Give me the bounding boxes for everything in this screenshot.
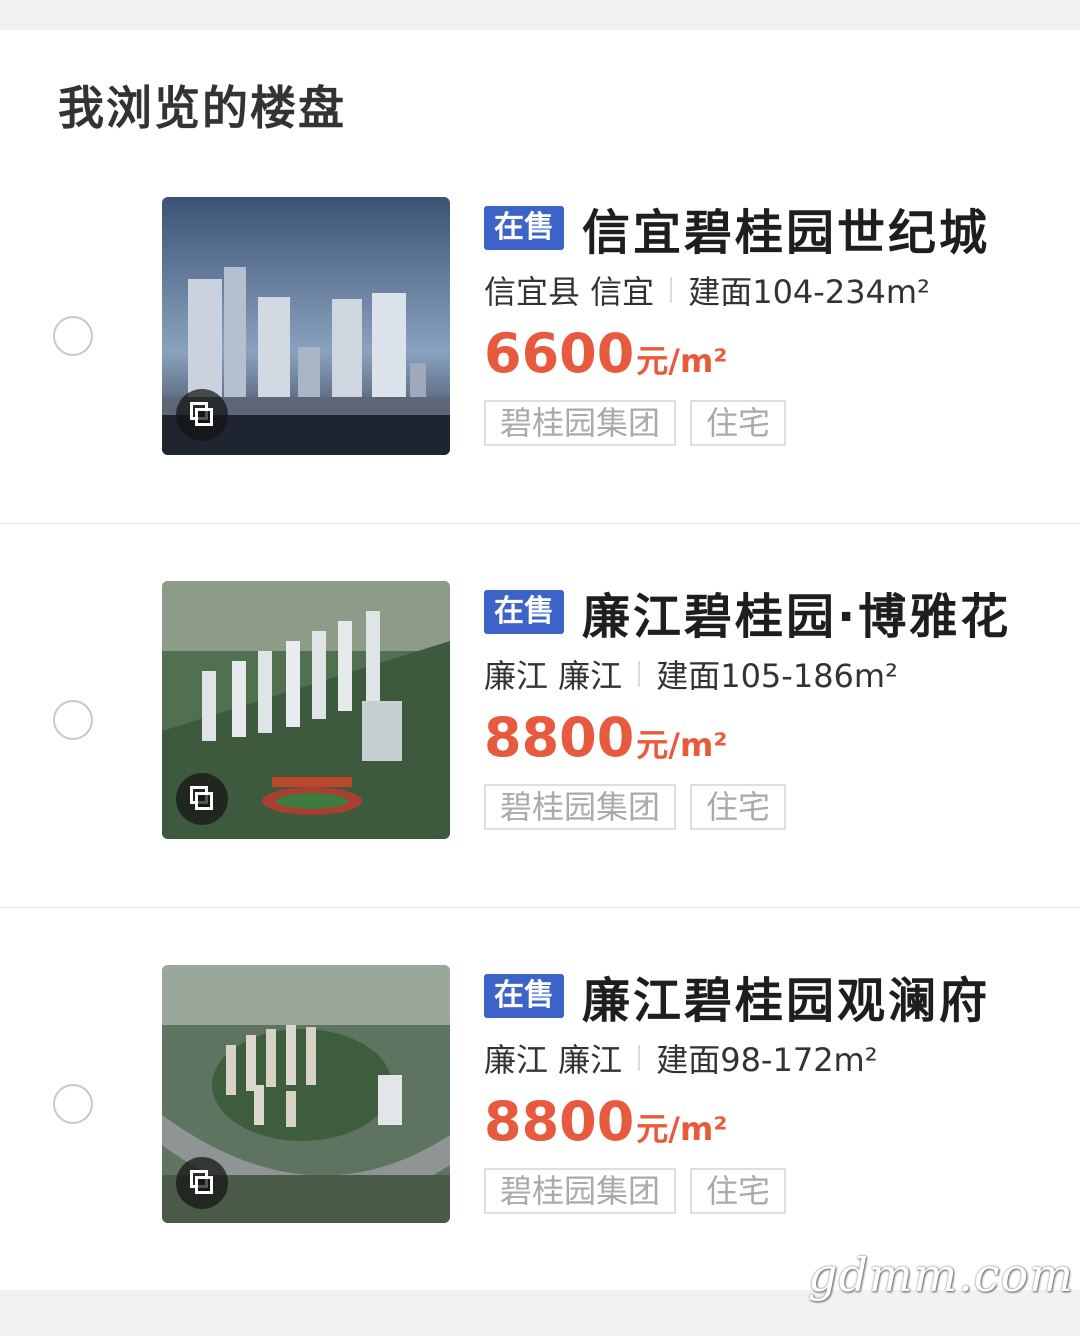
browsed-estates-page: 我浏览的楼盘 在售 信宜碧桂园世纪城 信宜县 信宜 建面104-234m² 66… <box>0 30 1080 1290</box>
price-unit: 元/m² <box>636 1110 728 1148</box>
section-title: 我浏览的楼盘 <box>58 81 346 135</box>
select-radio[interactable] <box>53 316 93 356</box>
tag-list: 碧桂园集团 住宅 <box>484 1168 1064 1214</box>
area-label: 建面104-234m² <box>688 273 930 311</box>
watermark: gdmm.com <box>808 1248 1074 1302</box>
status-badge: 在售 <box>484 974 564 1018</box>
estate-photo[interactable] <box>162 581 450 839</box>
price-value: 8800 <box>484 706 635 769</box>
estate-card[interactable]: 在售 廉江碧桂园·博雅花 廉江 廉江 建面105-186m² 8800 元/m²… <box>0 524 1080 908</box>
area-label: 建面98-172m² <box>656 1041 878 1079</box>
gallery-icon[interactable] <box>176 389 228 441</box>
price-value: 8800 <box>484 1090 635 1153</box>
district-label: 廉江 廉江 <box>484 657 623 695</box>
meta-divider <box>638 661 641 687</box>
tag-developer: 碧桂园集团 <box>484 400 677 446</box>
area-label: 建面105-186m² <box>656 657 898 695</box>
tag-list: 碧桂园集团 住宅 <box>484 400 1064 446</box>
estate-info: 在售 信宜碧桂园世纪城 信宜县 信宜 建面104-234m² 6600 元/m²… <box>484 198 1064 446</box>
estate-name[interactable]: 信宜碧桂园世纪城 <box>582 193 990 263</box>
price-value: 6600 <box>484 322 635 385</box>
estate-card[interactable]: 在售 信宜碧桂园世纪城 信宜县 信宜 建面104-234m² 6600 元/m²… <box>0 140 1080 524</box>
tag-developer: 碧桂园集团 <box>484 784 677 830</box>
meta-divider <box>670 277 673 303</box>
status-badge: 在售 <box>484 206 564 250</box>
status-badge: 在售 <box>484 590 564 634</box>
price: 8800 元/m² <box>484 1094 1064 1150</box>
select-radio[interactable] <box>53 1084 93 1124</box>
gallery-icon[interactable] <box>176 773 228 825</box>
price: 6600 元/m² <box>484 326 1064 382</box>
district-label: 廉江 廉江 <box>484 1041 623 1079</box>
gallery-icon[interactable] <box>176 1157 228 1209</box>
tag-type: 住宅 <box>690 400 787 446</box>
meta-divider <box>638 1045 641 1071</box>
estate-info: 在售 廉江碧桂园·博雅花 廉江 廉江 建面105-186m² 8800 元/m²… <box>484 582 1064 830</box>
tag-type: 住宅 <box>690 784 787 830</box>
district-label: 信宜县 信宜 <box>484 273 655 311</box>
estate-name[interactable]: 廉江碧桂园·博雅花 <box>582 577 1011 647</box>
tag-list: 碧桂园集团 住宅 <box>484 784 1064 830</box>
price-unit: 元/m² <box>636 342 728 380</box>
estate-photo[interactable] <box>162 197 450 455</box>
estate-card[interactable]: 在售 廉江碧桂园观澜府 廉江 廉江 建面98-172m² 8800 元/m² 碧… <box>0 908 1080 1292</box>
price-unit: 元/m² <box>636 726 728 764</box>
estate-photo[interactable] <box>162 965 450 1223</box>
select-radio[interactable] <box>53 700 93 740</box>
tag-type: 住宅 <box>690 1168 787 1214</box>
estate-name[interactable]: 廉江碧桂园观澜府 <box>582 961 990 1031</box>
estate-info: 在售 廉江碧桂园观澜府 廉江 廉江 建面98-172m² 8800 元/m² 碧… <box>484 966 1064 1214</box>
tag-developer: 碧桂园集团 <box>484 1168 677 1214</box>
price: 8800 元/m² <box>484 710 1064 766</box>
